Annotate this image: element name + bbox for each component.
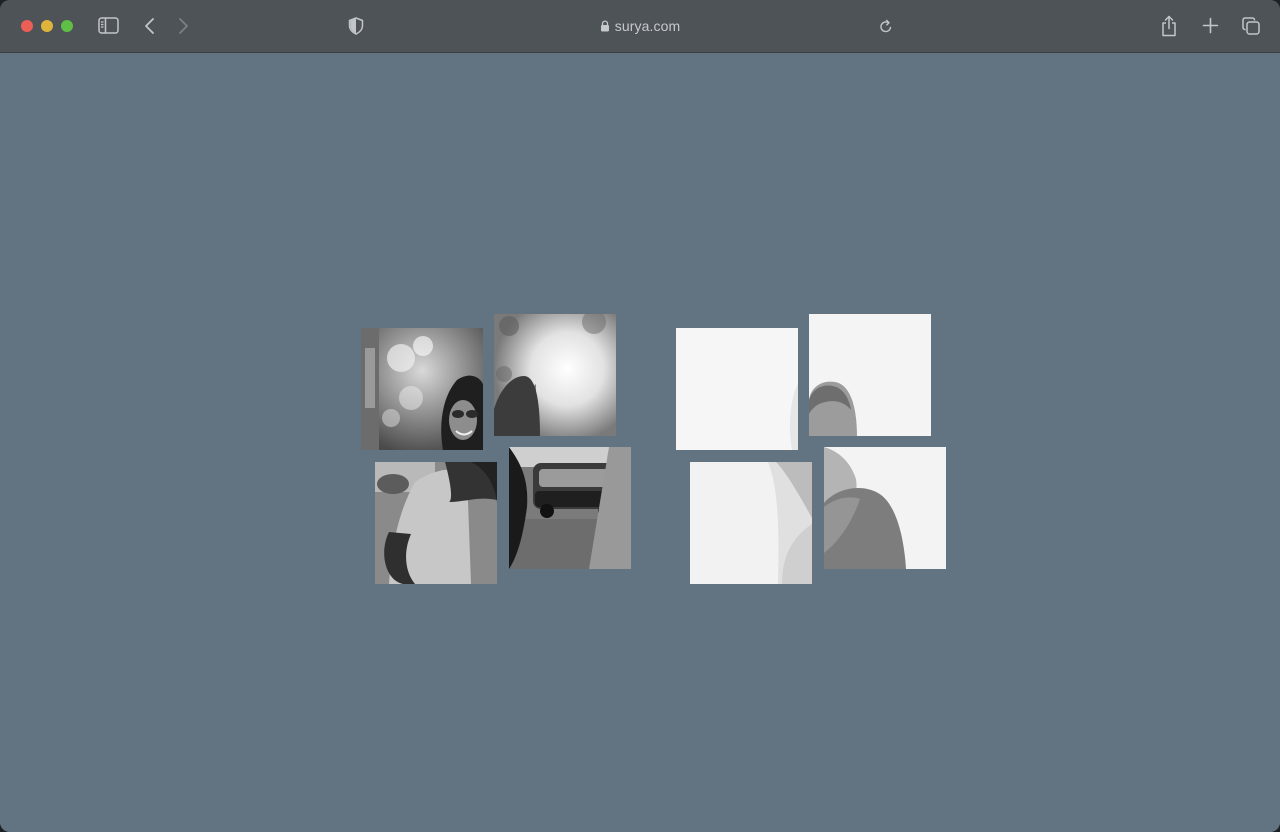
photo-tile[interactable] — [690, 462, 812, 584]
photo-tile[interactable] — [824, 447, 946, 569]
url-text: surya.com — [614, 18, 681, 34]
page-content — [0, 53, 1280, 832]
address-bar[interactable]: surya.com — [540, 14, 740, 38]
photo-tile[interactable] — [494, 314, 616, 436]
lock-icon — [600, 20, 609, 32]
photo-tile[interactable] — [809, 314, 931, 436]
reload-icon[interactable] — [879, 19, 893, 34]
plus-icon[interactable] — [1202, 17, 1219, 34]
sidebar-icon[interactable] — [98, 17, 119, 34]
shield-icon[interactable] — [348, 17, 364, 35]
tabs-icon[interactable] — [1242, 17, 1260, 35]
photo-tile[interactable] — [509, 447, 631, 569]
chevron-right-icon[interactable] — [176, 16, 190, 36]
browser-window: surya.com — [0, 0, 1280, 832]
photo-tile[interactable] — [375, 462, 497, 584]
share-icon[interactable] — [1160, 15, 1178, 37]
maximize-window-button[interactable] — [61, 20, 73, 32]
browser-toolbar: surya.com — [0, 0, 1280, 53]
minimize-window-button[interactable] — [41, 20, 53, 32]
close-window-button[interactable] — [21, 20, 33, 32]
photo-tile[interactable] — [361, 328, 483, 450]
photo-tile[interactable] — [676, 328, 798, 450]
chevron-left-icon[interactable] — [143, 16, 157, 36]
